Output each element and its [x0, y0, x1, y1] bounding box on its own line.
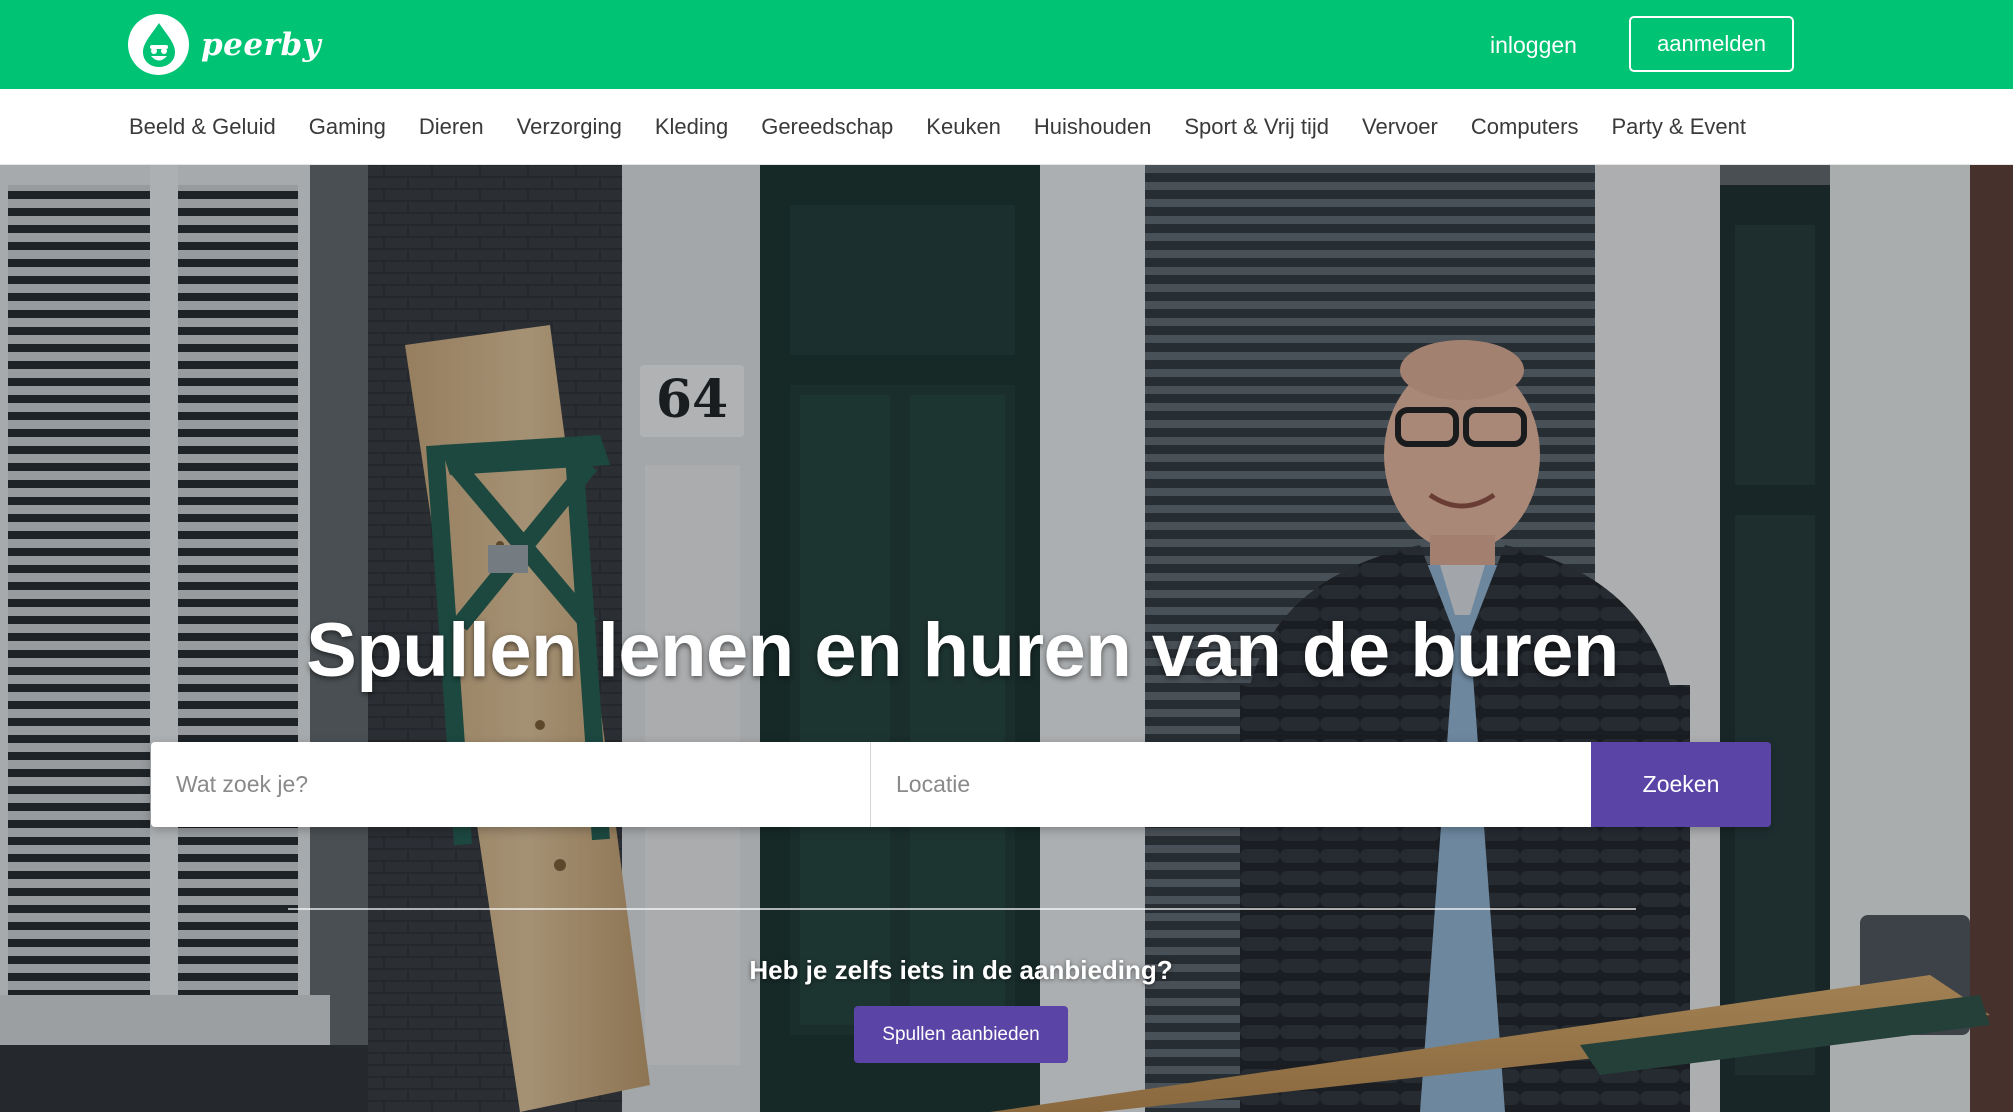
top-bar: peerby inloggen aanmelden — [0, 0, 2013, 89]
hero-divider — [288, 908, 1636, 910]
category-dieren[interactable]: Dieren — [419, 114, 484, 140]
category-gaming[interactable]: Gaming — [309, 114, 386, 140]
logo-wordmark: peerby — [201, 26, 322, 63]
search-bar: Zoeken — [151, 742, 1771, 827]
category-nav: Beeld & Geluid Gaming Dieren Verzorging … — [0, 89, 2013, 165]
search-location-input[interactable] — [871, 742, 1591, 827]
peerby-logo-icon — [128, 14, 189, 75]
category-computers[interactable]: Computers — [1471, 114, 1579, 140]
search-submit-button[interactable]: Zoeken — [1591, 742, 1771, 827]
signup-button[interactable]: aanmelden — [1629, 16, 1794, 72]
category-sport-vrije-tijd[interactable]: Sport & Vrij tijd — [1184, 114, 1329, 140]
offer-question: Heb je zelfs iets in de aanbieding? — [749, 955, 1173, 985]
category-party-event[interactable]: Party & Event — [1611, 114, 1746, 140]
search-what-input[interactable] — [151, 742, 871, 827]
category-huishouden[interactable]: Huishouden — [1034, 114, 1151, 140]
category-keuken[interactable]: Keuken — [926, 114, 1001, 140]
peerby-logo[interactable]: peerby — [128, 14, 321, 75]
login-link[interactable]: inloggen — [1490, 29, 1577, 61]
hero-section: 64 Spullen lenen en huren van de buren W… — [0, 165, 2013, 1112]
offer-items-button[interactable]: Spullen aanbieden — [854, 1006, 1068, 1063]
category-gereedschap[interactable]: Gereedschap — [761, 114, 893, 140]
category-vervoer[interactable]: Vervoer — [1362, 114, 1438, 140]
category-kleding[interactable]: Kleding — [655, 114, 728, 140]
category-verzorging[interactable]: Verzorging — [517, 114, 622, 140]
category-beeld-geluid[interactable]: Beeld & Geluid — [129, 114, 276, 140]
hero-headline: Spullen lenen en huren van de buren — [306, 608, 1619, 693]
